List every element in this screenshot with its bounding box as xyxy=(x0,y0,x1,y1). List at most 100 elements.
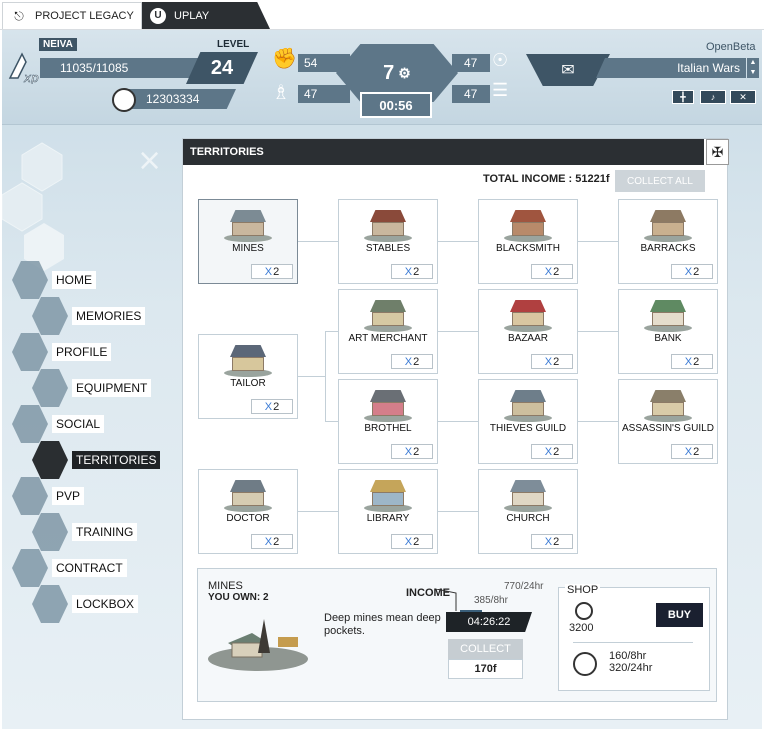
mult-value: 2 xyxy=(553,535,560,548)
sidebar-item-contract[interactable]: CONTRACT xyxy=(12,549,127,587)
multiplier-badge: X2 xyxy=(251,534,293,549)
territory-assassins-guild[interactable]: ASSASSIN'S GUILD X2 xyxy=(618,379,718,464)
sidebar-item-territories[interactable]: TERRITORIES xyxy=(32,441,161,479)
building-icon xyxy=(644,298,692,332)
sidebar-item-label: PVP xyxy=(52,487,85,505)
sidebar-item-memories[interactable]: MEMORIES xyxy=(32,297,146,335)
no-sound-icon[interactable]: ✕ xyxy=(730,90,756,104)
building-icon xyxy=(504,478,552,512)
connector-line xyxy=(437,241,479,242)
hex-icon xyxy=(12,261,48,299)
sidebar-item-label: CONTRACT xyxy=(52,559,127,577)
territory-name: DOCTOR xyxy=(226,513,270,524)
sidebar-item-label: LOCKBOX xyxy=(72,595,139,613)
territory-thieves-guild[interactable]: THIEVES GUILD X2 xyxy=(478,379,578,464)
level-value: 24 xyxy=(210,56,234,79)
close-button[interactable]: ✠ xyxy=(706,139,729,165)
tab-project-legacy[interactable]: ⎋ PROJECT LEGACY xyxy=(2,2,142,29)
territory-blacksmith[interactable]: BLACKSMITH X2 xyxy=(478,199,578,284)
english-flag-icon[interactable]: ╋ xyxy=(672,90,694,104)
florin-icon xyxy=(575,602,593,620)
connector-line xyxy=(577,241,619,242)
hex-icon xyxy=(32,369,68,407)
building-icon xyxy=(644,388,692,422)
collect-button[interactable]: COLLECT xyxy=(448,639,523,659)
territory-name: STABLES xyxy=(365,243,411,254)
building-icon xyxy=(364,298,412,332)
mult-value: 2 xyxy=(273,535,280,548)
mult-value: 2 xyxy=(553,265,560,278)
territory-art-merchant[interactable]: ART MERCHANT X2 xyxy=(338,289,438,374)
stat-value: 47 xyxy=(464,87,478,101)
multiplier-badge: X2 xyxy=(391,264,433,279)
ap-value: 7 xyxy=(383,61,395,84)
sidebar-item-home[interactable]: HOME xyxy=(12,261,96,299)
stat-value: 47 xyxy=(464,56,478,70)
building-icon xyxy=(224,343,272,377)
territory-library[interactable]: LIBRARY X2 xyxy=(338,469,438,554)
server-value: Italian Wars xyxy=(677,61,740,75)
territory-church[interactable]: CHURCH X2 xyxy=(478,469,578,554)
mail-button[interactable]: ✉ xyxy=(526,54,610,86)
multiplier-badge: X2 xyxy=(391,354,433,369)
territory-stables[interactable]: STABLES X2 xyxy=(338,199,438,284)
xp-icon: xp xyxy=(8,52,39,84)
stat-value: 47 xyxy=(304,87,318,101)
connector-line xyxy=(437,331,479,332)
player-name: NEIVA xyxy=(39,38,77,51)
territory-barracks[interactable]: BARRACKS X2 xyxy=(618,199,718,284)
sidebar-item-pvp[interactable]: PVP xyxy=(12,477,85,515)
mult-value: 2 xyxy=(413,355,420,368)
connector-line xyxy=(437,511,479,512)
tab-uplay[interactable]: U UPLAY xyxy=(142,2,270,29)
sidebar-item-profile[interactable]: PROFILE xyxy=(12,333,112,371)
connector-line xyxy=(325,421,339,422)
mult-value: 2 xyxy=(413,445,420,458)
mult-value: 2 xyxy=(693,355,700,368)
territory-bank[interactable]: BANK X2 xyxy=(618,289,718,374)
multiplier-badge: X2 xyxy=(391,444,433,459)
mult-prefix: X xyxy=(684,265,693,278)
territory-doctor[interactable]: DOCTOR X2 xyxy=(198,469,298,554)
buy-button[interactable]: BUY xyxy=(656,603,703,627)
server-arrows[interactable]: ▲ ▼ xyxy=(747,58,759,78)
sidebar-item-equipment[interactable]: EQUIPMENT xyxy=(32,369,152,407)
detail-own: YOU OWN: 2 xyxy=(208,592,269,603)
mult-prefix: X xyxy=(684,355,693,368)
collect-all-button[interactable]: COLLECT ALL xyxy=(615,170,705,192)
mult-prefix: X xyxy=(404,535,413,548)
territory-name: BARRACKS xyxy=(640,243,696,254)
connector-line xyxy=(297,376,325,377)
sidebar-item-lockbox[interactable]: LOCKBOX xyxy=(32,585,139,623)
sidebar-item-social[interactable]: SOCIAL xyxy=(12,405,105,443)
level-label: LEVEL xyxy=(217,39,250,50)
mult-prefix: X xyxy=(544,535,553,548)
mute-icon[interactable]: ♪ xyxy=(700,90,726,104)
server-select[interactable]: Italian Wars xyxy=(596,58,746,78)
territory-brothel[interactable]: BROTHEL X2 xyxy=(338,379,438,464)
sidebar-item-training[interactable]: TRAINING xyxy=(32,513,138,551)
income-rate-8: 385/8hr xyxy=(474,595,508,606)
territory-name: MINES xyxy=(232,243,264,254)
divider xyxy=(573,642,693,643)
mult-value: 2 xyxy=(413,535,420,548)
ap-timer: 00:56 xyxy=(360,92,432,118)
scroll-icon: ☉ xyxy=(492,50,509,70)
florin-icon xyxy=(112,88,136,112)
territory-name: CHURCH xyxy=(506,513,550,524)
hex-icon xyxy=(12,549,48,587)
multiplier-badge: X2 xyxy=(531,534,573,549)
openbeta-label: OpenBeta xyxy=(706,41,756,53)
mult-prefix: X xyxy=(264,400,273,413)
territory-name: ART MERCHANT xyxy=(348,333,428,344)
mult-value: 2 xyxy=(413,265,420,278)
tab-label: PROJECT LEGACY xyxy=(35,10,134,22)
fist-icon: ✊ xyxy=(272,48,297,70)
territory-tailor[interactable]: TAILOR X2 xyxy=(198,334,298,419)
xp-value: 11035/11085 xyxy=(60,61,129,75)
xp-bar: 11035/11085 xyxy=(40,58,200,78)
game-area: × NEIVA xp 11035/11085 LEVEL 24 12303334… xyxy=(2,30,762,729)
territory-bazaar[interactable]: BAZAAR X2 xyxy=(478,289,578,374)
territory-mines[interactable]: MINES X2 xyxy=(198,199,298,284)
building-icon xyxy=(224,208,272,242)
